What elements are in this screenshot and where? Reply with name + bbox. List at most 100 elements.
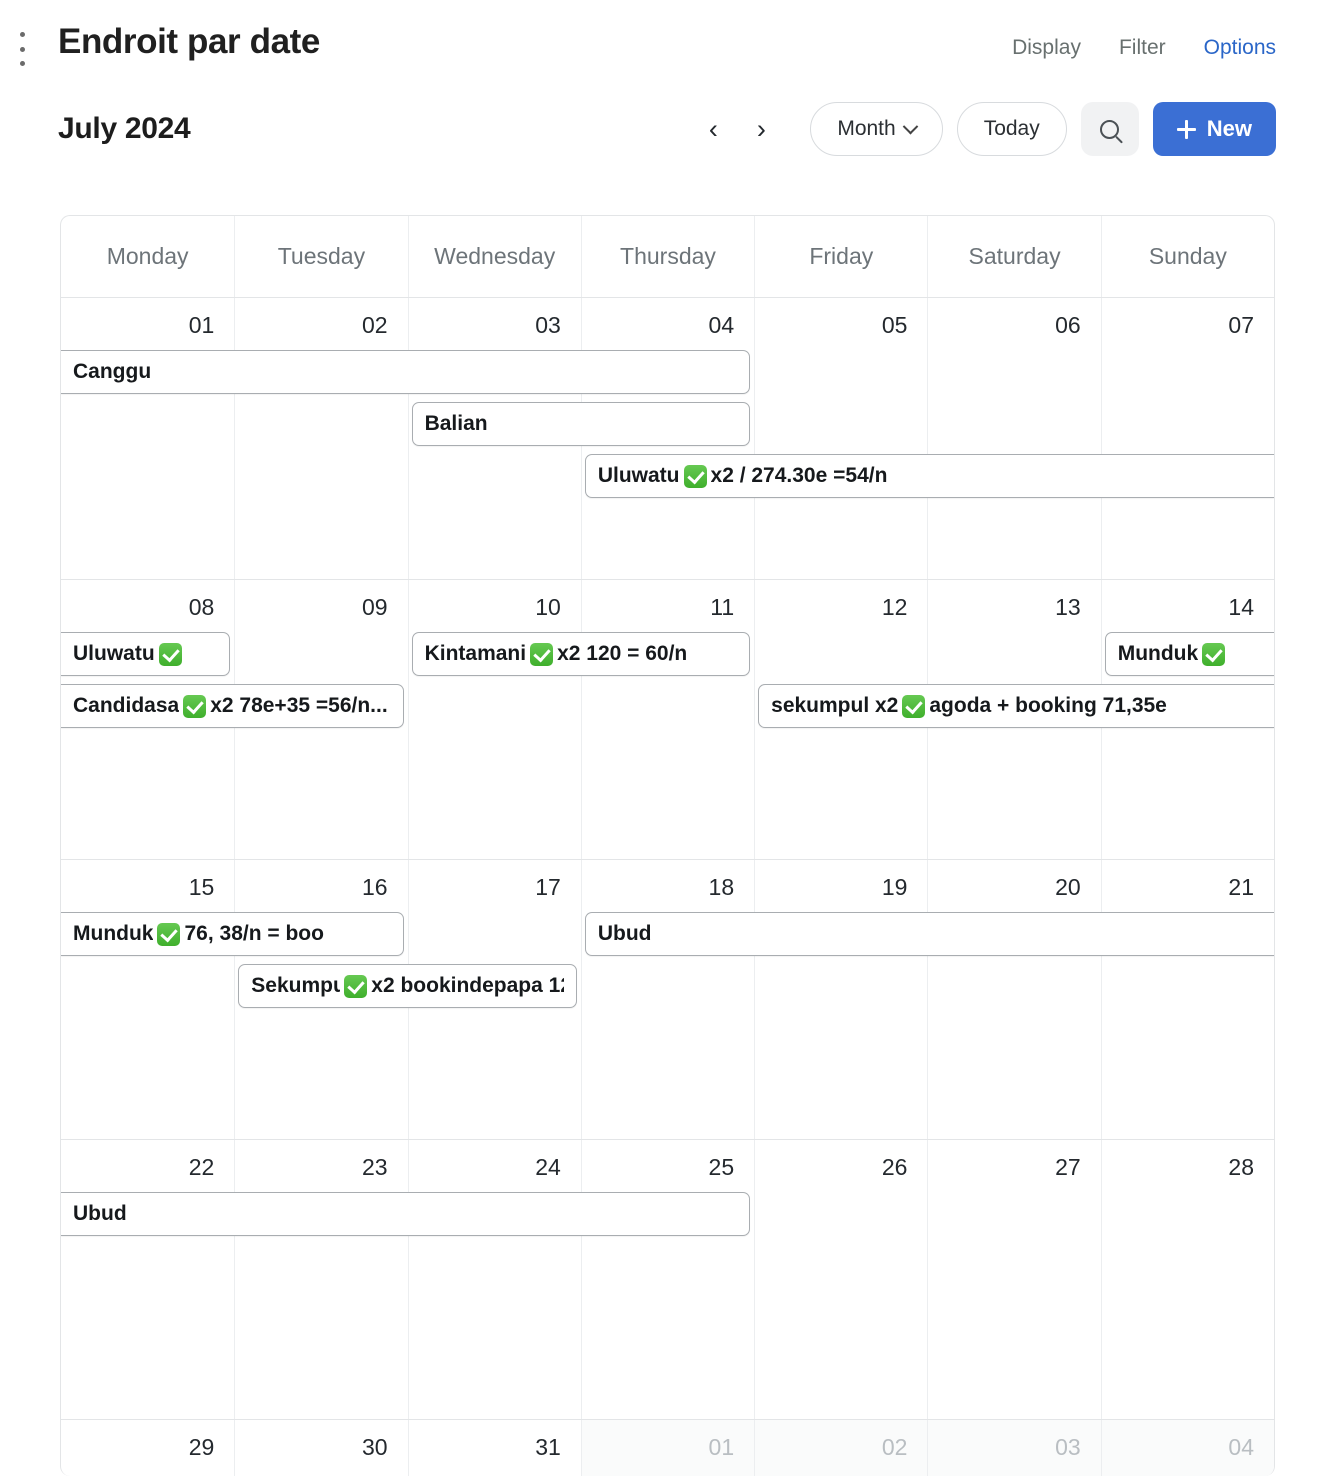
day-cell[interactable]: 15	[61, 860, 234, 1139]
new-event-label: New	[1206, 116, 1252, 141]
event-detail: x2 78e+35 =56/n...	[210, 694, 388, 717]
week-cells: 29 30 31 01 02 03 04	[61, 1420, 1274, 1476]
event-title: Candidasa	[73, 694, 180, 717]
calendar-event[interactable]: Kintamani x2 120 = 60/n	[411, 632, 751, 676]
day-cell[interactable]: 27	[927, 1140, 1100, 1419]
weekday-header-thursday: Thursday	[580, 216, 754, 297]
event-title: Ubud	[73, 1202, 127, 1225]
calendar-event[interactable]: Uluwatu	[61, 632, 231, 676]
day-cell[interactable]: 28	[1100, 1140, 1274, 1419]
day-number: 03	[1055, 1434, 1081, 1460]
day-number: 05	[881, 312, 908, 338]
day-cell[interactable]: 02	[234, 298, 407, 579]
calendar-grid: Monday Tuesday Wednesday Thursday Friday Satu…	[60, 215, 1275, 1476]
day-number: 16	[361, 874, 388, 900]
day-cell[interactable]: 21	[1100, 860, 1274, 1139]
day-cell[interactable]: 11	[580, 580, 754, 859]
week-cells: 22 23 24 25 26 27 28	[61, 1140, 1274, 1419]
event-detail: 76, 38/n = boo	[184, 922, 324, 945]
day-cell[interactable]: 06	[927, 298, 1100, 579]
weekday-header-saturday: Saturday	[927, 216, 1100, 297]
day-number: 01	[188, 312, 215, 338]
calendar-event[interactable]: Balian	[411, 402, 751, 446]
event-title: Kintamani	[424, 642, 527, 665]
day-number: 03	[535, 312, 561, 338]
calendar-week-row: 08 09 10 11 12 13 14 Uluwatu Kintamani x2 120 = 6…	[61, 580, 1274, 860]
day-number: 07	[1228, 312, 1254, 338]
check-mark-icon	[530, 642, 554, 666]
toolbar-controls: ‹ › Month Today New	[696, 102, 1276, 156]
day-number: 22	[188, 1154, 215, 1180]
day-number: 10	[535, 594, 561, 620]
day-number: 01	[708, 1434, 735, 1460]
day-number: 25	[708, 1154, 735, 1180]
today-button[interactable]: Today	[956, 102, 1067, 156]
day-cell[interactable]: 23	[234, 1140, 407, 1419]
calendar-event[interactable]: Munduk	[1104, 632, 1274, 676]
day-cell[interactable]: 07	[1100, 298, 1274, 579]
day-cell[interactable]: 22	[61, 1140, 234, 1419]
options-button[interactable]: Options	[1204, 36, 1276, 60]
display-button[interactable]: Display	[1012, 36, 1081, 60]
day-number: 04	[708, 312, 735, 338]
day-number: 23	[361, 1154, 388, 1180]
day-cell[interactable]: 05	[754, 298, 927, 579]
check-mark-icon	[902, 694, 926, 718]
calendar-event[interactable]: sekumpul x2 agoda + booking 71,35e	[758, 684, 1274, 728]
event-detail: x2 / 274.30e =54/n	[710, 464, 888, 487]
event-detail: x2 bookindepapa 128e, 6	[371, 974, 564, 997]
new-event-button[interactable]: New	[1152, 102, 1276, 156]
day-cell[interactable]: 02	[754, 1420, 928, 1476]
day-cell[interactable]: 03	[927, 1420, 1101, 1476]
event-title: Munduk	[73, 922, 154, 945]
day-number: 12	[881, 594, 908, 620]
day-cell[interactable]: 01	[580, 1420, 755, 1476]
day-cell[interactable]: 30	[234, 1420, 407, 1476]
calendar-event[interactable]: Candidasa x2 78e+35 =56/n...	[61, 684, 404, 728]
day-number: 18	[708, 874, 735, 900]
calendar-week-row: 15 16 17 18 19 20 21 Munduk 76, 38/n = boo Ubud Se…	[61, 860, 1274, 1140]
check-mark-icon	[1202, 642, 1226, 666]
day-number: 17	[535, 874, 561, 900]
calendar-event[interactable]: Sekumput? x2 bookindepapa 128e, 6	[238, 964, 577, 1008]
day-cell[interactable]: 18	[580, 860, 754, 1139]
calendar-event[interactable]: Ubud	[61, 1192, 751, 1236]
plus-icon	[1176, 119, 1196, 139]
day-cell[interactable]: 01	[61, 298, 234, 579]
weekday-header-wednesday: Wednesday	[407, 216, 581, 297]
day-number: 31	[535, 1434, 561, 1460]
day-cell[interactable]: 31	[407, 1420, 581, 1476]
calendar-event[interactable]: Canggu	[61, 350, 751, 394]
view-select-label: Month	[837, 117, 896, 140]
calendar-event[interactable]: Ubud	[584, 912, 1274, 956]
calendar-toolbar: July 2024 ‹ › Month Today New	[0, 96, 1320, 180]
event-title: Canggu	[73, 360, 152, 383]
check-mark-icon	[158, 642, 182, 666]
day-cell[interactable]: 04	[1100, 1420, 1274, 1476]
calendar-event[interactable]: Munduk 76, 38/n = boo	[61, 912, 404, 956]
calendar-event[interactable]: Uluwatu x2 / 274.30e =54/n	[584, 454, 1274, 498]
day-cell[interactable]: 26	[754, 1140, 927, 1419]
day-cell[interactable]: 20	[927, 860, 1100, 1139]
calendar-weeks: 01 02 03 04 05 06 07 Canggu Balian Uluwatu x2 / 27…	[61, 298, 1274, 1476]
view-select[interactable]: Month	[810, 102, 943, 156]
day-number: 27	[1055, 1154, 1081, 1180]
day-cell[interactable]: 29	[61, 1420, 234, 1476]
day-number: 06	[1055, 312, 1081, 338]
filter-button[interactable]: Filter	[1119, 36, 1166, 60]
event-title: Ubud	[597, 922, 652, 945]
day-number: 09	[361, 594, 388, 620]
day-cell[interactable]: 19	[754, 860, 927, 1139]
page-title: Endroit par date	[58, 22, 320, 61]
current-month-label: July 2024	[58, 112, 191, 145]
day-cell[interactable]: 10	[407, 580, 581, 859]
weekday-header-tuesday: Tuesday	[234, 216, 407, 297]
day-number: 29	[188, 1434, 215, 1460]
app-header: Endroit par date Display Filter Options	[0, 0, 1320, 96]
day-cell[interactable]: 24	[407, 1140, 581, 1419]
previous-period-button[interactable]: ‹	[696, 106, 730, 152]
next-period-button[interactable]: ›	[744, 106, 778, 152]
day-cell[interactable]: 25	[580, 1140, 754, 1419]
search-button[interactable]	[1080, 102, 1139, 156]
more-vertical-icon[interactable]	[11, 32, 33, 66]
